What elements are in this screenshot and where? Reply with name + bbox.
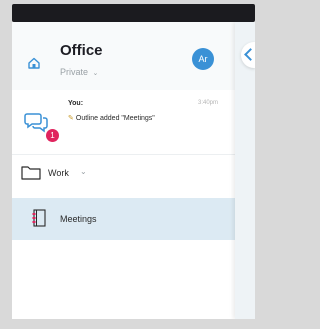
- collapse-arrow-icon[interactable]: [241, 42, 255, 68]
- home-icon[interactable]: [28, 57, 40, 69]
- folder-icon: [21, 166, 41, 180]
- chat-preview: ✎ Outline added "Meetings": [68, 114, 155, 122]
- chevron-down-icon: ⌄: [92, 70, 99, 77]
- chat-bubbles-icon: [24, 113, 48, 133]
- workspace-privacy[interactable]: Private ⌄: [60, 67, 98, 77]
- folder-row-work[interactable]: Work ⌄: [12, 156, 235, 196]
- notebook-label: Meetings: [60, 214, 97, 224]
- chat-sender: You:: [68, 100, 84, 107]
- adjacent-panel-edge: [235, 22, 255, 319]
- notebook-item-meetings[interactable]: Meetings: [12, 198, 235, 240]
- pencil-icon: ✎: [68, 115, 74, 122]
- unread-badge: 1: [46, 129, 59, 142]
- chat-preview-text: Outline added "Meetings": [75, 115, 155, 122]
- chevron-down-icon[interactable]: ⌄: [80, 167, 87, 176]
- chat-timestamp: 3:40pm: [198, 100, 219, 106]
- notebook-icon: [32, 209, 46, 227]
- app-screen: Office Private ⌄ Ar 1 You: 3:40pm ✎ Outli…: [12, 22, 255, 319]
- device-top-bar: [12, 4, 255, 22]
- workspace-header: Office Private ⌄ Ar: [12, 22, 235, 90]
- workspace-title[interactable]: Office: [60, 42, 103, 59]
- privacy-label: Private: [60, 67, 89, 77]
- avatar[interactable]: Ar: [192, 48, 214, 70]
- folder-label: Work: [48, 168, 69, 178]
